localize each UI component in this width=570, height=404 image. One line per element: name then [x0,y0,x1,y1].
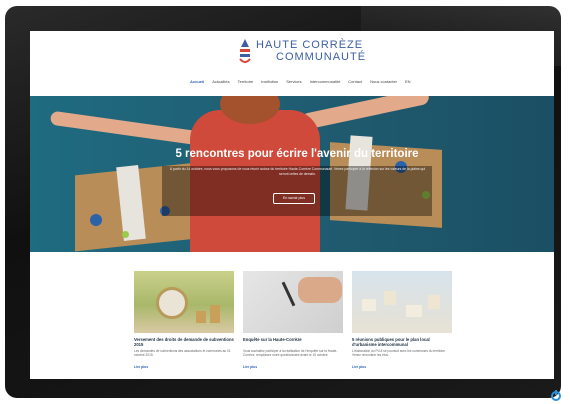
logo-mark-icon [239,39,251,63]
model-house [428,295,440,309]
coin-stack [210,305,220,323]
card-title[interactable]: Versement des droits de demande de subve… [134,337,234,347]
hero-banner: 5 rencontres pour écrire l'avenir du ter… [30,96,554,252]
site-logo[interactable]: HAUTE CORRÈZE COMMUNAUTÉ [238,39,368,73]
nav-item-nous-contacter[interactable]: Nous contacter [370,79,397,89]
card-excerpt: L'élaboration du PLUi se poursuit avec l… [352,349,446,358]
browser-viewport: HAUTE CORRÈZE COMMUNAUTÉ Accueil Actuali… [30,31,554,379]
coin-stack [196,311,206,323]
card-excerpt: Vous souhaitez participer à la réalisati… [243,349,338,358]
nav-item-accueil[interactable]: Accueil [190,79,204,89]
nav-item-actualites[interactable]: Actualités [212,79,229,89]
nav-item-services[interactable]: Services [286,79,301,89]
card-image-writing[interactable] [243,271,343,333]
hero-title: 5 rencontres pour écrire l'avenir du ter… [175,148,419,160]
card-excerpt: Les demandes de subventions des associat… [134,349,231,358]
wing-dot [122,231,129,238]
logo-line-1: HAUTE CORRÈZE [256,39,364,51]
logo-line-2: COMMUNAUTÉ [276,51,367,63]
news-cards: Versement des droits de demande de subve… [134,271,452,379]
wing-dot [90,214,102,226]
nav-item-intercommunalite[interactable]: Intercommunalité [310,79,341,89]
hero-read-more-button[interactable]: En savoir plus [273,193,315,204]
card-image-town-model[interactable] [352,271,452,333]
model-house [384,291,396,305]
card-read-more-link[interactable]: Lire plus [352,365,366,369]
nav-item-territoire[interactable]: Territoire [238,79,254,89]
nav-item-language[interactable]: EN [405,79,411,89]
model-house [362,299,376,311]
model-house [406,305,422,317]
card-image-clock[interactable] [134,271,234,333]
nav-item-institution[interactable]: Institution [261,79,278,89]
alarm-clock-icon [156,287,188,319]
power-icon[interactable] [551,390,561,401]
nav-item-contact[interactable]: Contact [348,79,362,89]
main-nav: Accueil Actualités Territoire Institutio… [190,79,411,89]
card-title[interactable]: 5 réunions publiques pour le plan local … [352,337,452,347]
card-read-more-link[interactable]: Lire plus [134,365,148,369]
card-title[interactable]: Enquête sur la Haute-Corrèze [243,337,343,342]
hero-subtitle: À partir du 14 octobre, nous vous propos… [169,167,426,176]
pen-shape [281,281,296,307]
logo-wordmark: HAUTE CORRÈZE COMMUNAUTÉ [256,39,366,63]
hand-shape [298,277,342,303]
card-read-more-link[interactable]: Lire plus [243,365,257,369]
monitor-frame: HAUTE CORRÈZE COMMUNAUTÉ Accueil Actuali… [5,6,561,401]
